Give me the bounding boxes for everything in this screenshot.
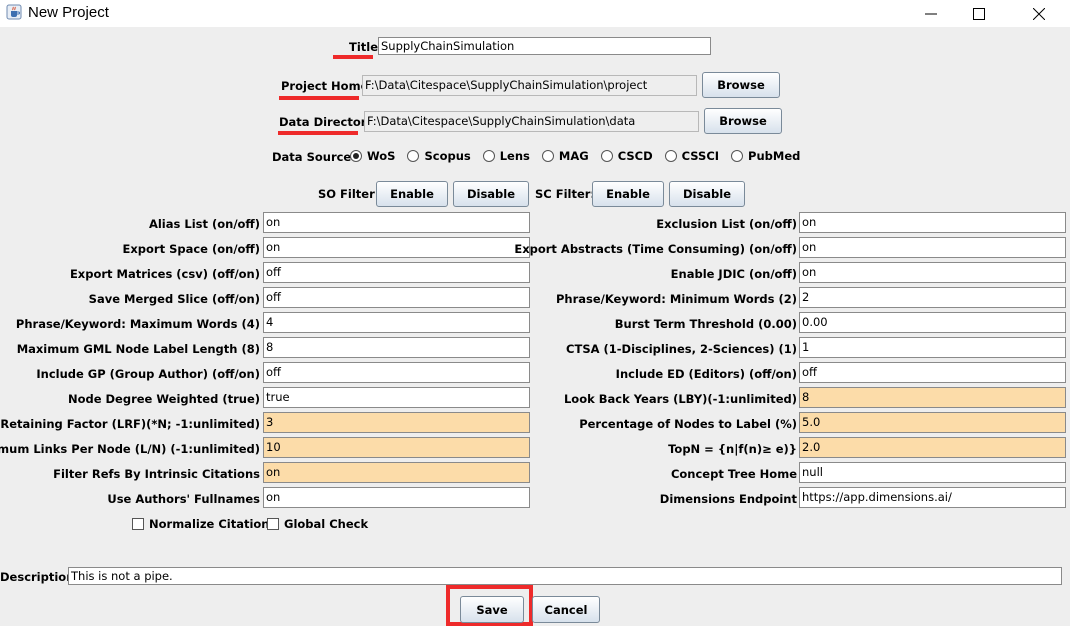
- left-param-label: Export Matrices (csv) (off/on): [69, 267, 260, 281]
- left-param-label: Link Retaining Factor (LRF)(*N; -1:unlim…: [0, 417, 260, 431]
- right-param-label: Percentage of Nodes to Label (%): [579, 417, 797, 431]
- checkbox-icon: [267, 518, 279, 530]
- left-param-label: Maximum GML Node Label Length (8): [16, 342, 260, 356]
- window-titlebar: New Project: [0, 0, 1070, 27]
- left-param-input[interactable]: off: [263, 262, 530, 283]
- minimize-button[interactable]: [908, 0, 954, 27]
- project-home-browse-button[interactable]: Browse: [702, 72, 780, 98]
- right-param-input[interactable]: 1: [799, 337, 1066, 358]
- left-param-label: Phrase/Keyword: Maximum Words (4): [15, 317, 260, 331]
- maximize-icon: [973, 7, 985, 20]
- right-param-input[interactable]: 2.0: [799, 437, 1066, 458]
- left-param-input[interactable]: off: [263, 287, 530, 308]
- radio-button-icon: [407, 150, 420, 162]
- data-directory-browse-button[interactable]: Browse: [704, 108, 782, 134]
- annotation-underline: [279, 96, 359, 100]
- radio-lens[interactable]: Lens: [482, 149, 530, 163]
- close-icon: [1033, 7, 1045, 20]
- java-cup-icon: [6, 4, 22, 20]
- checkbox-icon: [132, 518, 144, 530]
- left-param-input[interactable]: off: [263, 362, 530, 383]
- so-filter-enable-button[interactable]: Enable: [376, 181, 448, 207]
- window-title: New Project: [28, 4, 109, 21]
- radio-button-icon: [350, 150, 362, 162]
- title-input[interactable]: SupplyChainSimulation: [378, 37, 711, 55]
- right-param-input[interactable]: on: [799, 262, 1066, 283]
- right-param-input[interactable]: on: [799, 237, 1066, 258]
- project-home-label: Project Home: [281, 79, 369, 93]
- left-param-label: Use Authors' Fullnames: [107, 492, 260, 506]
- right-param-input[interactable]: off: [799, 362, 1066, 383]
- right-param-label: Enable JDIC (on/off): [670, 267, 797, 281]
- radio-mag[interactable]: MAG: [541, 149, 589, 163]
- left-param-label: Save Merged Slice (off/on): [88, 292, 260, 306]
- description-input[interactable]: This is not a pipe.: [68, 567, 1062, 585]
- right-param-label: Exclusion List (on/off): [656, 217, 797, 231]
- right-param-label: CTSA (1-Disciplines, 2-Sciences) (1): [566, 342, 797, 356]
- right-param-label: Dimensions Endpoint: [659, 492, 797, 506]
- radio-pubmed[interactable]: PubMed: [731, 149, 800, 163]
- minimize-icon: [925, 13, 937, 14]
- radio-button-icon: [482, 150, 495, 162]
- right-param-label: Include ED (Editors) (off/on): [615, 367, 797, 381]
- so-filter-label: SO Filter:: [318, 187, 380, 201]
- radio-wos[interactable]: WoS: [350, 149, 395, 163]
- left-param-label: Include GP (Group Author) (off/on): [36, 367, 260, 381]
- left-param-label: Node Degree Weighted (true): [67, 392, 260, 406]
- right-param-label: Burst Term Threshold (0.00): [614, 317, 797, 331]
- data-directory-label: Data Directory: [279, 115, 374, 129]
- radio-cscd[interactable]: CSCD: [600, 149, 653, 163]
- sc-filter-enable-button[interactable]: Enable: [592, 181, 664, 207]
- left-param-input[interactable]: true: [263, 387, 530, 408]
- data-directory-input[interactable]: F:\Data\Citespace\SupplyChainSimulation\…: [364, 111, 699, 132]
- left-param-input[interactable]: on: [263, 237, 530, 258]
- right-param-label: Look Back Years (LBY)(-1:unlimited): [563, 392, 797, 406]
- right-param-input[interactable]: 8: [799, 387, 1066, 408]
- cancel-button[interactable]: Cancel: [532, 596, 600, 623]
- left-param-input[interactable]: on: [263, 212, 530, 233]
- annotation-underline: [278, 131, 358, 135]
- left-param-input[interactable]: on: [263, 487, 530, 508]
- sc-filter-disable-button[interactable]: Disable: [669, 181, 745, 207]
- data-source-label: Data Source: [272, 150, 352, 164]
- left-param-input[interactable]: 8: [263, 337, 530, 358]
- right-param-label: TopN = {n|f(n)≥ e)}: [668, 442, 797, 456]
- radio-button-icon: [731, 150, 744, 162]
- right-param-label: Phrase/Keyword: Minimum Words (2): [555, 292, 797, 306]
- annotation-underline: [333, 55, 373, 59]
- left-param-label: Maximum Links Per Node (L/N) (-1:unlimit…: [0, 442, 260, 456]
- maximize-button[interactable]: [956, 0, 1002, 27]
- left-param-label: Alias List (on/off): [148, 217, 260, 231]
- right-param-label: Export Abstracts (Time Consuming) (on/of…: [514, 242, 797, 256]
- right-param-input[interactable]: https://app.dimensions.ai/: [799, 487, 1066, 508]
- project-home-input[interactable]: F:\Data\Citespace\SupplyChainSimulation\…: [362, 75, 697, 96]
- radio-scopus[interactable]: Scopus: [407, 149, 471, 163]
- right-param-input[interactable]: on: [799, 212, 1066, 233]
- left-param-input[interactable]: 10: [263, 437, 530, 458]
- radio-button-icon: [600, 150, 613, 162]
- right-param-label: Concept Tree Home: [670, 467, 797, 481]
- radio-button-icon: [541, 150, 554, 162]
- right-param-input[interactable]: 2: [799, 287, 1066, 308]
- left-param-input[interactable]: on: [263, 462, 530, 483]
- normalize-citations-checkbox[interactable]: Normalize Citations: [132, 517, 276, 531]
- radio-button-icon: [664, 150, 677, 162]
- global-check-checkbox[interactable]: Global Check: [267, 517, 368, 531]
- right-param-input[interactable]: 0.00: [799, 312, 1066, 333]
- right-param-input[interactable]: null: [799, 462, 1066, 483]
- sc-filter-label: SC Filter:: [535, 187, 596, 201]
- so-filter-disable-button[interactable]: Disable: [453, 181, 529, 207]
- left-param-input[interactable]: 3: [263, 412, 530, 433]
- right-param-input[interactable]: 5.0: [799, 412, 1066, 433]
- left-param-label: Filter Refs By Intrinsic Citations: [53, 467, 260, 481]
- left-param-input[interactable]: 4: [263, 312, 530, 333]
- data-source-group: WoS Scopus Lens MAG CSCD CSSCI PubMed: [350, 149, 800, 163]
- left-param-label: Export Space (on/off): [122, 242, 261, 256]
- save-button[interactable]: Save: [460, 596, 524, 623]
- radio-cssci[interactable]: CSSCI: [664, 149, 719, 163]
- title-label: Title: [349, 40, 379, 54]
- close-button[interactable]: [1016, 0, 1062, 27]
- description-label: Description: [0, 570, 75, 584]
